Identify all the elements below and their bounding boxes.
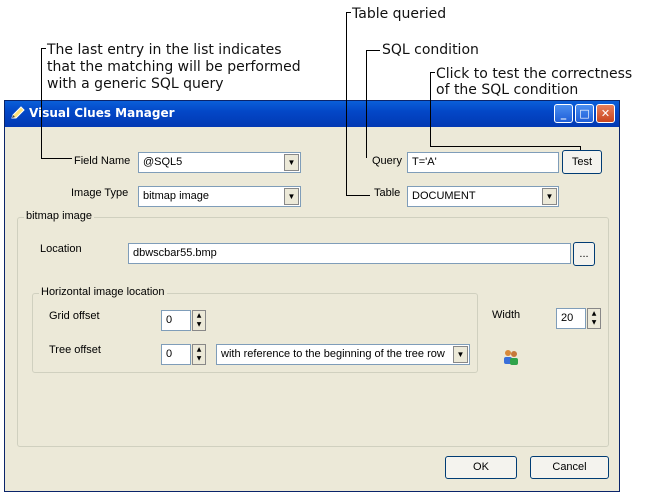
width-value: 20 [561, 312, 574, 324]
field-name-combobox[interactable]: @SQL5 ▼ [138, 152, 301, 173]
query-input[interactable]: T='A' [407, 152, 559, 173]
bitmap-image-group: bitmap image Location dbwscbar55.bmp ...… [17, 210, 609, 447]
cancel-button[interactable]: Cancel [530, 456, 609, 479]
callout-sql-condition: SQL condition [382, 42, 479, 58]
horizontal-location-group-title: Horizontal image location [39, 286, 167, 298]
field-name-value: @SQL5 [143, 156, 183, 168]
users-icon[interactable] [502, 348, 520, 366]
grid-offset-input[interactable]: 0 [161, 310, 191, 331]
callout-line-sql-top [366, 50, 380, 51]
callout-line-table-h [346, 195, 370, 196]
callout-line-test-v [430, 72, 431, 146]
title-bar[interactable]: Visual Clues Manager _ □ ✕ [5, 101, 619, 127]
table-label: Table [374, 187, 401, 199]
table-value: DOCUMENT [412, 190, 476, 202]
location-label: Location [40, 243, 82, 255]
spin-updown-icon[interactable]: ▲ ▼ [192, 344, 206, 365]
image-type-combobox[interactable]: bitmap image ▼ [138, 186, 301, 207]
spin-updown-icon[interactable]: ▲ ▼ [587, 308, 601, 329]
spin-updown-icon[interactable]: ▲ ▼ [192, 310, 206, 331]
callout-line-table-v [346, 12, 347, 195]
callout-table-queried: Table queried [352, 6, 447, 22]
maximize-button[interactable]: □ [575, 104, 594, 123]
callout-line-last-entry-h [41, 158, 72, 159]
browse-button[interactable]: ... [573, 242, 595, 266]
callout-test-line2: of the SQL condition [436, 82, 579, 98]
grid-offset-value: 0 [166, 314, 173, 326]
reference-combobox[interactable]: with reference to the beginning of the t… [216, 344, 470, 365]
test-button[interactable]: Test [562, 150, 602, 174]
image-type-value: bitmap image [143, 190, 210, 202]
callout-last-entry-line1: The last entry in the list indicates [47, 42, 282, 58]
callout-line-test-drop [580, 146, 581, 150]
callout-line-last-entry-top [41, 48, 46, 49]
callout-line-test-top [430, 72, 435, 73]
callout-line-sql-v [366, 50, 367, 158]
visual-clues-manager-window: Visual Clues Manager _ □ ✕ Field Name @S… [4, 100, 620, 492]
field-name-label: Field Name [74, 155, 131, 167]
location-input[interactable]: dbwscbar55.bmp [128, 243, 571, 264]
window-title: Visual Clues Manager [29, 106, 175, 120]
dropdown-arrow-icon[interactable]: ▼ [542, 188, 557, 205]
callout-line-last-entry-v [41, 48, 42, 158]
pencil-icon [10, 105, 26, 121]
tree-offset-value: 0 [166, 348, 173, 360]
callout-last-entry-line3: with a generic SQL query [47, 76, 224, 92]
callout-line-test-h [430, 146, 580, 147]
dropdown-arrow-icon[interactable]: ▼ [284, 188, 299, 205]
dropdown-arrow-icon[interactable]: ▼ [284, 154, 299, 171]
location-value: dbwscbar55.bmp [133, 247, 217, 259]
reference-value: with reference to the beginning of the t… [221, 348, 445, 360]
callout-test-line1: Click to test the correctness [436, 66, 633, 82]
bitmap-image-group-title: bitmap image [24, 210, 95, 222]
width-label: Width [492, 309, 521, 321]
dropdown-arrow-icon[interactable]: ▼ [453, 346, 468, 363]
tree-offset-label: Tree offset [49, 344, 101, 356]
table-combobox[interactable]: DOCUMENT ▼ [407, 186, 559, 207]
image-type-label: Image Type [71, 187, 129, 199]
close-button[interactable]: ✕ [596, 104, 615, 123]
minimize-button[interactable]: _ [554, 104, 573, 123]
width-input[interactable]: 20 [556, 308, 586, 329]
query-label: Query [372, 155, 402, 167]
grid-offset-label: Grid offset [49, 310, 100, 322]
callout-last-entry-line2: that the matching will be performed [47, 59, 301, 75]
tree-offset-input[interactable]: 0 [161, 344, 191, 365]
ok-button[interactable]: OK [445, 456, 517, 479]
horizontal-location-group: Horizontal image location Grid offset 0 … [32, 286, 478, 373]
callout-line-table-top [346, 12, 351, 13]
query-value: T='A' [412, 156, 437, 168]
